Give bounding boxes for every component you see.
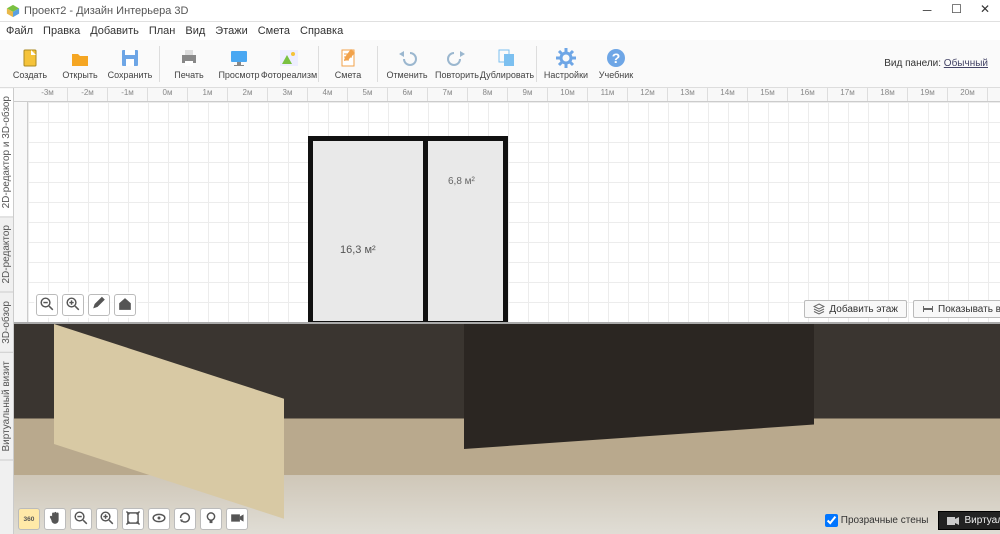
- panel-label: Вид панели:: [884, 58, 941, 69]
- svg-text:?: ?: [612, 50, 621, 66]
- dimensions-icon: [922, 303, 934, 315]
- menu-Вид[interactable]: Вид: [185, 25, 205, 37]
- home-button[interactable]: [114, 294, 136, 316]
- settings-icon: [555, 47, 577, 69]
- transparent-walls-checkbox[interactable]: Прозрачные стены: [825, 514, 929, 527]
- menu-План[interactable]: План: [149, 25, 176, 37]
- 2d-canvas[interactable]: 16,3 м² 6,8 м² Добавить этаж Показывать …: [28, 102, 1000, 322]
- help-button[interactable]: ?Учебник: [592, 42, 640, 86]
- 3d-mini-toolbar: 360: [18, 508, 248, 530]
- vtab-0[interactable]: 2D-редактор и 3D-обзор: [0, 88, 13, 217]
- undo-button[interactable]: Отменить: [383, 42, 431, 86]
- zoom-extents-button[interactable]: [122, 508, 144, 530]
- add-floor-button[interactable]: Добавить этаж: [804, 300, 907, 318]
- bulb-button[interactable]: [200, 508, 222, 530]
- minimize-button[interactable]: －: [921, 2, 933, 19]
- save-button[interactable]: Сохранить: [106, 42, 154, 86]
- refresh-icon: [177, 510, 193, 529]
- pencil-button[interactable]: [88, 294, 110, 316]
- camera-icon: [229, 510, 245, 529]
- main-toolbar: СоздатьОткрытьСохранитьПечатьПросмотрФот…: [0, 40, 1000, 88]
- layers-icon: [813, 303, 825, 315]
- panel-mode-link[interactable]: Обычный: [944, 58, 988, 69]
- camera-button[interactable]: [226, 508, 248, 530]
- print-button[interactable]: Печать: [165, 42, 213, 86]
- preview-icon: [228, 47, 250, 69]
- close-button[interactable]: ✕: [980, 2, 990, 19]
- app-logo-icon: [6, 4, 20, 18]
- pencil-icon: [91, 296, 107, 315]
- create-button[interactable]: Создать: [6, 42, 54, 86]
- photoreal-icon: [278, 47, 300, 69]
- zoom-out-icon: [73, 510, 89, 529]
- vtab-3[interactable]: Виртуальный визит: [0, 353, 13, 461]
- left-vertical-tabs: 2D-редактор и 3D-обзор2D-редактор3D-обзо…: [0, 88, 14, 534]
- refresh-button[interactable]: [174, 508, 196, 530]
- maximize-button[interactable]: ☐: [951, 2, 962, 19]
- zoom-in-icon: [99, 510, 115, 529]
- home-icon: [117, 296, 133, 315]
- vtab-1[interactable]: 2D-редактор: [0, 217, 13, 293]
- bulb-icon: [203, 510, 219, 529]
- ruler-vertical: [14, 102, 28, 322]
- zoom-out-button[interactable]: [70, 508, 92, 530]
- eye-icon: [151, 510, 167, 529]
- deg360-icon: 360: [21, 510, 37, 529]
- vtab-2[interactable]: 3D-обзор: [0, 293, 13, 353]
- room-hall[interactable]: [428, 221, 508, 326]
- menu-Смета[interactable]: Смета: [258, 25, 290, 37]
- menu-Справка[interactable]: Справка: [300, 25, 343, 37]
- zoom-extents-icon: [125, 510, 141, 529]
- zoom-out-button[interactable]: [36, 294, 58, 316]
- settings-button[interactable]: Настройки: [542, 42, 590, 86]
- menu-Добавить[interactable]: Добавить: [90, 25, 139, 37]
- ruler-horizontal: -3м-2м-1м0м1м2м3м4м5м6м7м8м9м10м11м12м13…: [14, 88, 1000, 102]
- zoom-out-icon: [39, 296, 55, 315]
- hand-button[interactable]: [44, 508, 66, 530]
- camera-icon: [947, 516, 959, 526]
- svg-text:360: 360: [24, 515, 35, 522]
- menu-Этажи[interactable]: Этажи: [215, 25, 247, 37]
- 3d-view[interactable]: 360 Прозрачные стены Виртуальный визит: [14, 322, 1000, 534]
- redo-icon: [446, 47, 468, 69]
- undo-icon: [396, 47, 418, 69]
- preview-button[interactable]: Просмотр: [215, 42, 263, 86]
- show-dimensions-button[interactable]: Показывать все размеры: [913, 300, 1000, 318]
- room-main[interactable]: [308, 136, 428, 326]
- zoom-in-button[interactable]: [96, 508, 118, 530]
- open-icon: [69, 47, 91, 69]
- zoom-in-button[interactable]: [62, 294, 84, 316]
- estimate-button[interactable]: Смета: [324, 42, 372, 86]
- help-icon: ?: [605, 47, 627, 69]
- area-label-main: 16,3 м²: [340, 244, 376, 256]
- photoreal-button[interactable]: Фотореализм: [265, 42, 313, 86]
- save-icon: [119, 47, 141, 69]
- menubar: Файл Правка Добавить План Вид Этажи Смета Справ…: [0, 22, 1000, 40]
- area-label-kitchen: 6,8 м²: [448, 176, 475, 187]
- duplicate-icon: [496, 47, 518, 69]
- create-icon: [19, 47, 41, 69]
- floor-plan[interactable]: 16,3 м² 6,8 м²: [308, 114, 508, 324]
- deg360-button[interactable]: 360: [18, 508, 40, 530]
- hand-icon: [47, 510, 63, 529]
- 2d-mini-toolbar: [34, 292, 138, 318]
- eye-button[interactable]: [148, 508, 170, 530]
- window-title: Проект2 - Дизайн Интерьера 3D: [24, 5, 921, 17]
- virtual-visit-button[interactable]: Виртуальный визит: [938, 511, 1000, 530]
- titlebar: Проект2 - Дизайн Интерьера 3D － ☐ ✕: [0, 0, 1000, 22]
- duplicate-button[interactable]: Дублировать: [483, 42, 531, 86]
- redo-button[interactable]: Повторить: [433, 42, 481, 86]
- menu-Правка[interactable]: Правка: [43, 25, 80, 37]
- zoom-in-icon: [65, 296, 81, 315]
- menu-Файл[interactable]: Файл: [6, 25, 33, 37]
- open-button[interactable]: Открыть: [56, 42, 104, 86]
- estimate-icon: [337, 47, 359, 69]
- print-icon: [178, 47, 200, 69]
